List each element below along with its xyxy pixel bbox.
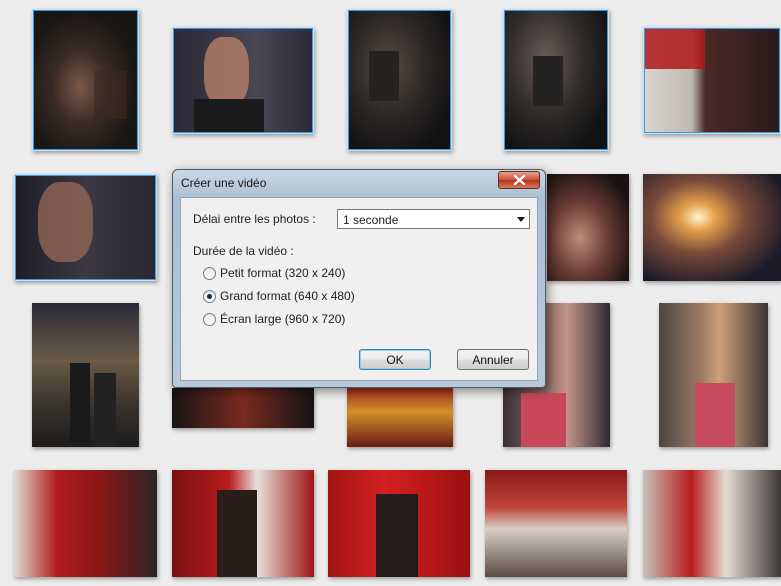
photo-thumbnail[interactable] (643, 470, 781, 577)
radio-button[interactable] (203, 290, 216, 303)
delay-dropdown[interactable]: 1 seconde (337, 209, 530, 229)
cancel-button[interactable]: Annuler (457, 349, 529, 370)
photo-thumbnail[interactable] (172, 27, 314, 134)
close-x-icon (514, 175, 525, 185)
delay-label: Délai entre les photos : (193, 212, 316, 226)
photo-thumbnail[interactable] (547, 174, 629, 281)
photo-thumbnail[interactable] (643, 27, 781, 134)
photo-thumbnail[interactable] (643, 174, 781, 281)
radio-button[interactable] (203, 267, 216, 280)
close-button[interactable] (498, 171, 540, 189)
chevron-down-icon (517, 217, 525, 222)
dialog-content: Délai entre les photos : 1 seconde Durée… (180, 197, 538, 381)
photo-thumbnail[interactable] (503, 9, 609, 151)
photo-thumbnail[interactable] (14, 470, 157, 577)
dialog-title: Créer une vidéo (181, 176, 267, 190)
photo-thumbnail[interactable] (485, 470, 627, 577)
photo-thumbnail[interactable] (328, 470, 470, 577)
photo-thumbnail[interactable] (659, 303, 768, 447)
photo-thumbnail[interactable] (172, 388, 314, 428)
photo-thumbnail[interactable] (347, 9, 452, 151)
radio-label: Écran large (960 x 720) (220, 312, 346, 326)
photo-thumbnail[interactable] (32, 9, 139, 151)
radio-label: Grand format (640 x 480) (220, 289, 355, 303)
photo-thumbnail[interactable] (14, 174, 157, 281)
create-video-dialog: Créer une vidéo Délai entre les photos :… (172, 169, 546, 388)
radio-selected-dot (207, 294, 212, 299)
ok-button[interactable]: OK (359, 349, 431, 370)
delay-selected-value: 1 seconde (343, 213, 399, 227)
photo-thumbnail[interactable] (347, 388, 453, 447)
photo-thumbnail[interactable] (172, 470, 314, 577)
dialog-titlebar[interactable]: Créer une vidéo (173, 170, 545, 196)
radio-button[interactable] (203, 313, 216, 326)
radio-label: Petit format (320 x 240) (220, 266, 346, 280)
photo-thumbnail[interactable] (32, 303, 139, 447)
duration-label: Durée de la vidéo : (193, 244, 294, 258)
